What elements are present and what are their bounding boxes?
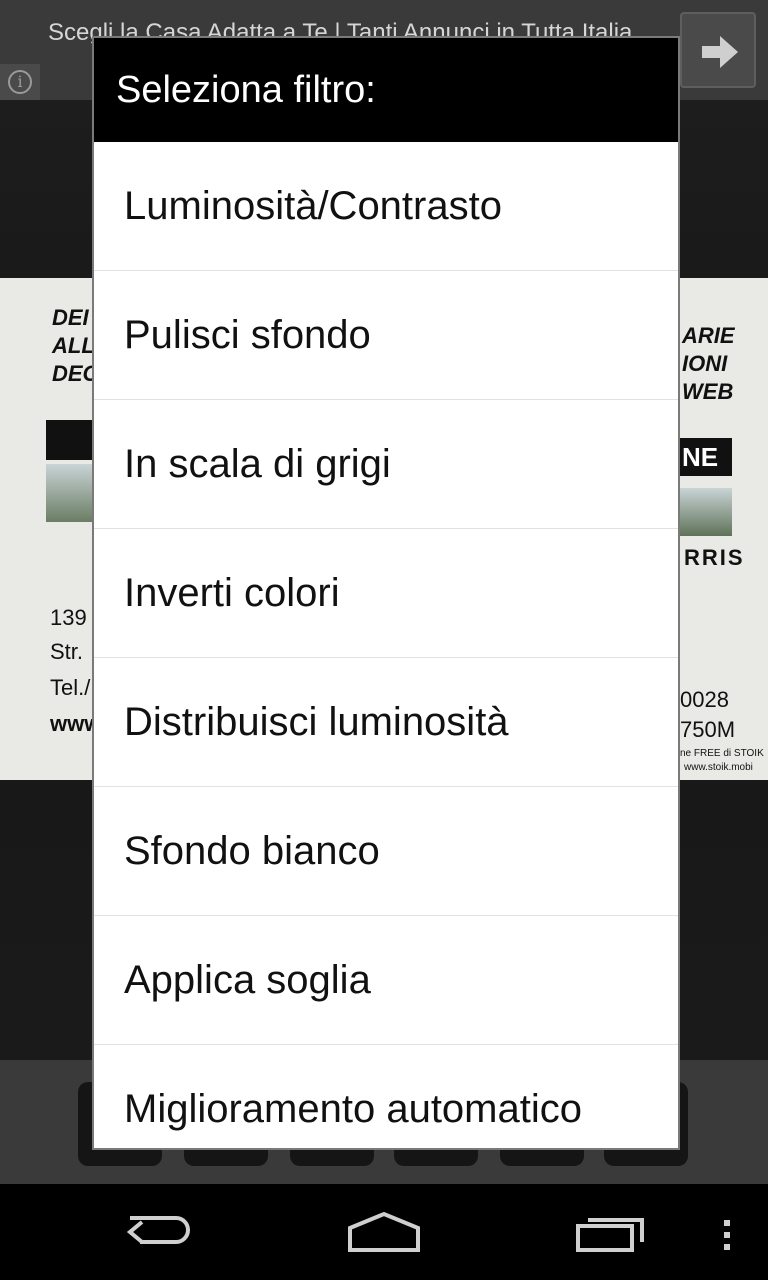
home-icon: [348, 1211, 420, 1252]
doc-right-footer-1: ne FREE di STOIK: [680, 748, 764, 759]
back-icon: [126, 1216, 190, 1244]
filter-item-brightness-contrast[interactable]: Luminosità/Contrasto: [94, 142, 678, 271]
overflow-menu-button[interactable]: [712, 1200, 742, 1264]
filter-label: Miglioramento automatico: [124, 1086, 582, 1131]
filter-item-auto-enhance[interactable]: Miglioramento automatico: [94, 1045, 678, 1148]
filter-dialog: Seleziona filtro: Luminosità/Contrasto P…: [92, 36, 680, 1150]
doc-right-bottom-1: 0028: [680, 687, 729, 712]
doc-right-line-3: WEB: [682, 379, 734, 404]
doc-right-footer-2: www.stoik.mobi: [684, 762, 753, 773]
filter-label: Applica soglia: [124, 957, 371, 1002]
filter-label: Pulisci sfondo: [124, 312, 371, 357]
doc-right-mid: RRIS: [684, 545, 745, 570]
filter-item-grayscale[interactable]: In scala di grigi: [94, 400, 678, 529]
system-nav-bar: [0, 1184, 768, 1280]
doc-left-bottom-2: Str.: [50, 639, 84, 664]
filter-list[interactable]: Luminosità/Contrasto Pulisci sfondo In s…: [94, 142, 678, 1148]
filter-item-clean-background[interactable]: Pulisci sfondo: [94, 271, 678, 400]
doc-photo-left: [46, 464, 96, 522]
home-button[interactable]: [344, 1200, 424, 1264]
doc-right-line-1: ARIE: [682, 323, 735, 348]
recent-apps-icon: [576, 1218, 644, 1252]
dialog-title-bar: Seleziona filtro:: [94, 38, 678, 142]
filter-label: Distribuisci luminosità: [124, 699, 509, 744]
filter-label: Sfondo bianco: [124, 828, 380, 873]
doc-left-bottom-3: Tel./: [50, 675, 91, 700]
filter-item-white-background[interactable]: Sfondo bianco: [94, 787, 678, 916]
recent-apps-button[interactable]: [570, 1200, 650, 1264]
ad-open-button[interactable]: [680, 12, 756, 88]
filter-label: In scala di grigi: [124, 441, 391, 486]
doc-right-line-2: IONI: [682, 351, 728, 376]
arrow-right-icon: [702, 36, 738, 68]
doc-left-bottom-1: 139: [50, 605, 87, 630]
overflow-menu-icon: [724, 1220, 730, 1250]
info-icon: i: [8, 70, 32, 94]
back-button[interactable]: [120, 1200, 200, 1264]
doc-left-line-2: ALL: [52, 333, 95, 358]
filter-item-apply-threshold[interactable]: Applica soglia: [94, 916, 678, 1045]
doc-photo-right: [680, 488, 732, 536]
doc-right-bottom-2: 750M: [680, 717, 736, 742]
doc-logo-left: [46, 420, 96, 460]
filter-item-distribute-brightness[interactable]: Distribuisci luminosità: [94, 658, 678, 787]
doc-right-block-text: NE: [682, 442, 719, 472]
ad-info-button[interactable]: i: [0, 64, 40, 100]
dialog-title: Seleziona filtro:: [116, 68, 376, 111]
filter-label: Luminosità/Contrasto: [124, 183, 502, 228]
doc-left-line-1: DEI: [52, 305, 89, 330]
doc-logo-right: NE: [680, 438, 732, 476]
filter-label: Inverti colori: [124, 570, 340, 615]
filter-item-invert-colors[interactable]: Inverti colori: [94, 529, 678, 658]
